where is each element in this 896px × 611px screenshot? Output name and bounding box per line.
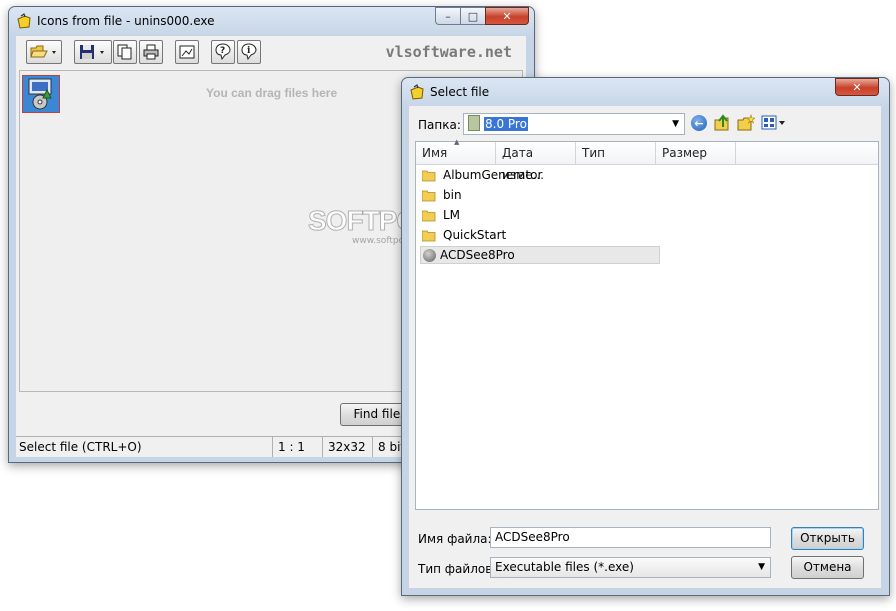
list-item-albumgenerator[interactable]: AlbumGenerator: [421, 166, 543, 184]
list-item-label: ACDSee8Pro: [440, 248, 515, 262]
new-folder-icon: [737, 114, 756, 131]
dialog-close-button[interactable]: ✕: [835, 78, 879, 96]
folder-icon: [421, 229, 436, 242]
brand-label: vlsoftware.net: [385, 43, 512, 61]
chevron-down-icon: ▼: [758, 562, 765, 572]
printer-icon: [143, 44, 159, 60]
cancel-button[interactable]: Отмена: [791, 556, 864, 579]
info-icon: i: [241, 43, 257, 61]
minimize-icon: –: [445, 9, 451, 23]
help-icon: ?: [215, 43, 231, 61]
filetype-label: Тип файлов:: [418, 562, 497, 576]
file-list[interactable]: Имя ▲ Дата изме... Тип Размер AlbumGener…: [415, 138, 879, 510]
folder-combo-value: 8.0 Pro: [484, 117, 528, 131]
app-icon: [17, 13, 31, 29]
folder-open-icon: [30, 45, 56, 58]
list-item-label: QuickStart: [443, 228, 507, 242]
svg-text:i: i: [247, 46, 251, 56]
main-window-title: Icons from file - unins000.exe: [37, 14, 215, 28]
dialog-client: Папка: 8.0 Pro ▼ ← Имя ▲ Дата изме... Ти…: [409, 106, 881, 588]
about-button[interactable]: i: [237, 40, 261, 64]
view-menu-button[interactable]: [761, 115, 789, 131]
chevron-down-icon: ▼: [672, 119, 679, 129]
list-item-lm[interactable]: LM: [421, 206, 461, 224]
picture-icon: [179, 45, 195, 59]
dialog-close-icon: ✕: [852, 80, 862, 94]
column-size[interactable]: Размер: [656, 142, 736, 164]
minimize-button[interactable]: –: [435, 7, 461, 25]
folder-combo[interactable]: 8.0 Pro ▼: [463, 113, 685, 135]
list-item-acdsee8pro[interactable]: ACDSee8Pro: [420, 246, 660, 264]
acdsee-app-icon: [423, 248, 436, 262]
up-folder-icon: [714, 114, 729, 131]
view-grid-icon: [761, 115, 785, 130]
floppy-icon: [80, 45, 104, 59]
list-item-bin[interactable]: bin: [421, 186, 462, 204]
drag-hint: You can drag files here: [206, 86, 338, 100]
close-icon: ✕: [502, 9, 512, 23]
dialog-title: Select file: [430, 85, 490, 99]
status-ratio: 1 : 1: [272, 437, 322, 457]
dialog-titlebar[interactable]: Select file ✕: [402, 78, 889, 106]
list-item-label: AlbumGenerator: [443, 168, 543, 182]
close-button[interactable]: ✕: [485, 7, 529, 25]
installer-icon: [28, 78, 52, 110]
status-size: 32x32: [322, 437, 372, 457]
svg-text:?: ?: [220, 46, 225, 56]
icon-thumbnail[interactable]: [22, 75, 60, 113]
maximize-icon: □: [467, 9, 479, 23]
filetype-select-value: Executable files (*.exe): [495, 560, 634, 574]
copy-button[interactable]: [113, 40, 137, 64]
file-list-header: Имя ▲ Дата изме... Тип Размер: [416, 138, 878, 182]
list-item-label: bin: [443, 188, 462, 202]
back-button[interactable]: ←: [691, 115, 707, 131]
save-button[interactable]: [74, 40, 112, 64]
folder-icon: [421, 169, 436, 182]
export-button[interactable]: [175, 40, 199, 64]
folder-icon: [421, 189, 436, 202]
main-titlebar[interactable]: Icons from file - unins000.exe – □ ✕: [9, 7, 534, 35]
help-button[interactable]: ?: [211, 40, 235, 64]
maximize-button[interactable]: □: [460, 7, 486, 25]
select-file-dialog: Select file ✕ Папка: 8.0 Pro ▼ ← Имя ▲ Д…: [401, 77, 890, 596]
folder-combo-icon: [468, 115, 480, 131]
column-type[interactable]: Тип: [576, 142, 656, 164]
open-file-button[interactable]: Открыть: [791, 527, 864, 550]
copy-icon: [117, 44, 132, 60]
new-folder-button[interactable]: [737, 114, 756, 132]
back-arrow-icon: ←: [694, 116, 704, 130]
status-text: Select file (CTRL+O): [19, 440, 142, 454]
filename-input[interactable]: ACDSee8Pro: [490, 527, 771, 548]
column-date[interactable]: Дата изме...: [496, 142, 576, 182]
folder-icon: [421, 209, 436, 222]
list-item-label: LM: [443, 208, 461, 222]
filetype-select[interactable]: Executable files (*.exe) ▼: [490, 557, 771, 578]
up-folder-button[interactable]: [714, 114, 732, 132]
print-button[interactable]: [139, 40, 163, 64]
list-item-quickstart[interactable]: QuickStart: [421, 226, 507, 244]
filename-label: Имя файла:: [418, 532, 492, 546]
sort-ascending-icon: ▲: [454, 138, 460, 146]
folder-label: Папка:: [418, 118, 461, 132]
open-button[interactable]: [26, 40, 62, 64]
dialog-app-icon: [410, 84, 424, 100]
